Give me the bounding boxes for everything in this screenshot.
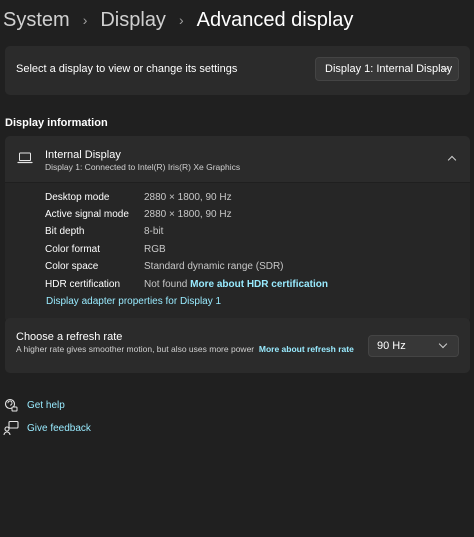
info-row-label: Active signal mode bbox=[45, 209, 129, 220]
display-info-title: Internal Display bbox=[45, 149, 121, 161]
refresh-rate-dropdown[interactable]: 90 Hz bbox=[368, 335, 459, 357]
chevron-up-icon[interactable] bbox=[447, 155, 457, 165]
section-title-display-information: Display information bbox=[5, 117, 108, 129]
feedback-icon bbox=[3, 420, 19, 436]
info-row-value: Standard dynamic range (SDR) bbox=[144, 261, 284, 272]
refresh-rate-link[interactable]: More about refresh rate bbox=[259, 344, 354, 354]
breadcrumb-separator: › bbox=[178, 12, 184, 28]
info-row-value: 2880 × 1800, 90 Hz bbox=[144, 192, 232, 203]
info-row-value: 2880 × 1800, 90 Hz bbox=[144, 209, 232, 220]
get-help-label[interactable]: Get help bbox=[27, 400, 65, 411]
hdr-certification-link[interactable]: More about HDR certification bbox=[190, 279, 328, 290]
refresh-rate-description: A higher rate gives smoother motion, but… bbox=[16, 344, 361, 355]
give-feedback-link[interactable]: Give feedback bbox=[3, 420, 91, 436]
give-feedback-label[interactable]: Give feedback bbox=[27, 423, 91, 434]
info-row-value: Not found bbox=[144, 279, 188, 290]
display-select-card: Select a display to view or change its s… bbox=[5, 46, 470, 95]
info-row-value: 8-bit bbox=[144, 226, 164, 237]
display-adapter-properties-link[interactable]: Display adapter properties for Display 1 bbox=[46, 296, 221, 307]
display-select-value: Display 1: Internal Display bbox=[325, 63, 453, 75]
breadcrumb: System › Display › Advanced display bbox=[3, 4, 353, 36]
display-info-body: Desktop mode 2880 × 1800, 90 Hz Active si… bbox=[5, 183, 470, 322]
display-select-dropdown[interactable]: Display 1: Internal Display bbox=[315, 57, 459, 81]
refresh-rate-value: 90 Hz bbox=[377, 340, 406, 352]
page-title: Advanced display bbox=[196, 8, 354, 31]
info-row-label: Color space bbox=[45, 261, 99, 272]
refresh-rate-description-text: A higher rate gives smoother motion, but… bbox=[16, 344, 255, 354]
info-row: Desktop mode 2880 × 1800, 90 Hz bbox=[45, 192, 232, 203]
get-help-link[interactable]: Get help bbox=[3, 397, 65, 413]
info-row: Color format RGB bbox=[45, 244, 166, 255]
breadcrumb-separator: › bbox=[82, 12, 88, 28]
info-row-label: Bit depth bbox=[45, 226, 85, 237]
display-info-subtitle: Display 1: Connected to Intel(R) Iris(R)… bbox=[45, 162, 241, 172]
info-row: HDR certification Not found More about HD… bbox=[45, 279, 328, 290]
info-row-label: Desktop mode bbox=[45, 192, 110, 203]
refresh-rate-card: Choose a refresh rate A higher rate give… bbox=[5, 318, 470, 373]
refresh-rate-title: Choose a refresh rate bbox=[16, 331, 123, 343]
info-row-label: Color format bbox=[45, 244, 101, 255]
info-row-value: RGB bbox=[144, 244, 166, 255]
info-row-label: HDR certification bbox=[45, 279, 121, 290]
laptop-icon bbox=[17, 152, 33, 164]
breadcrumb-system[interactable]: System bbox=[3, 9, 70, 32]
display-select-label: Select a display to view or change its s… bbox=[16, 63, 238, 75]
display-info-card: Internal Display Display 1: Connected to… bbox=[5, 136, 470, 322]
display-info-header[interactable]: Internal Display Display 1: Connected to… bbox=[5, 136, 470, 183]
info-row: Active signal mode 2880 × 1800, 90 Hz bbox=[45, 209, 232, 220]
breadcrumb-display[interactable]: Display bbox=[100, 9, 166, 32]
info-row: Bit depth 8-bit bbox=[45, 226, 163, 237]
help-icon bbox=[4, 398, 18, 412]
chevron-down-icon bbox=[438, 339, 448, 349]
info-row: Color space Standard dynamic range (SDR) bbox=[45, 261, 284, 272]
